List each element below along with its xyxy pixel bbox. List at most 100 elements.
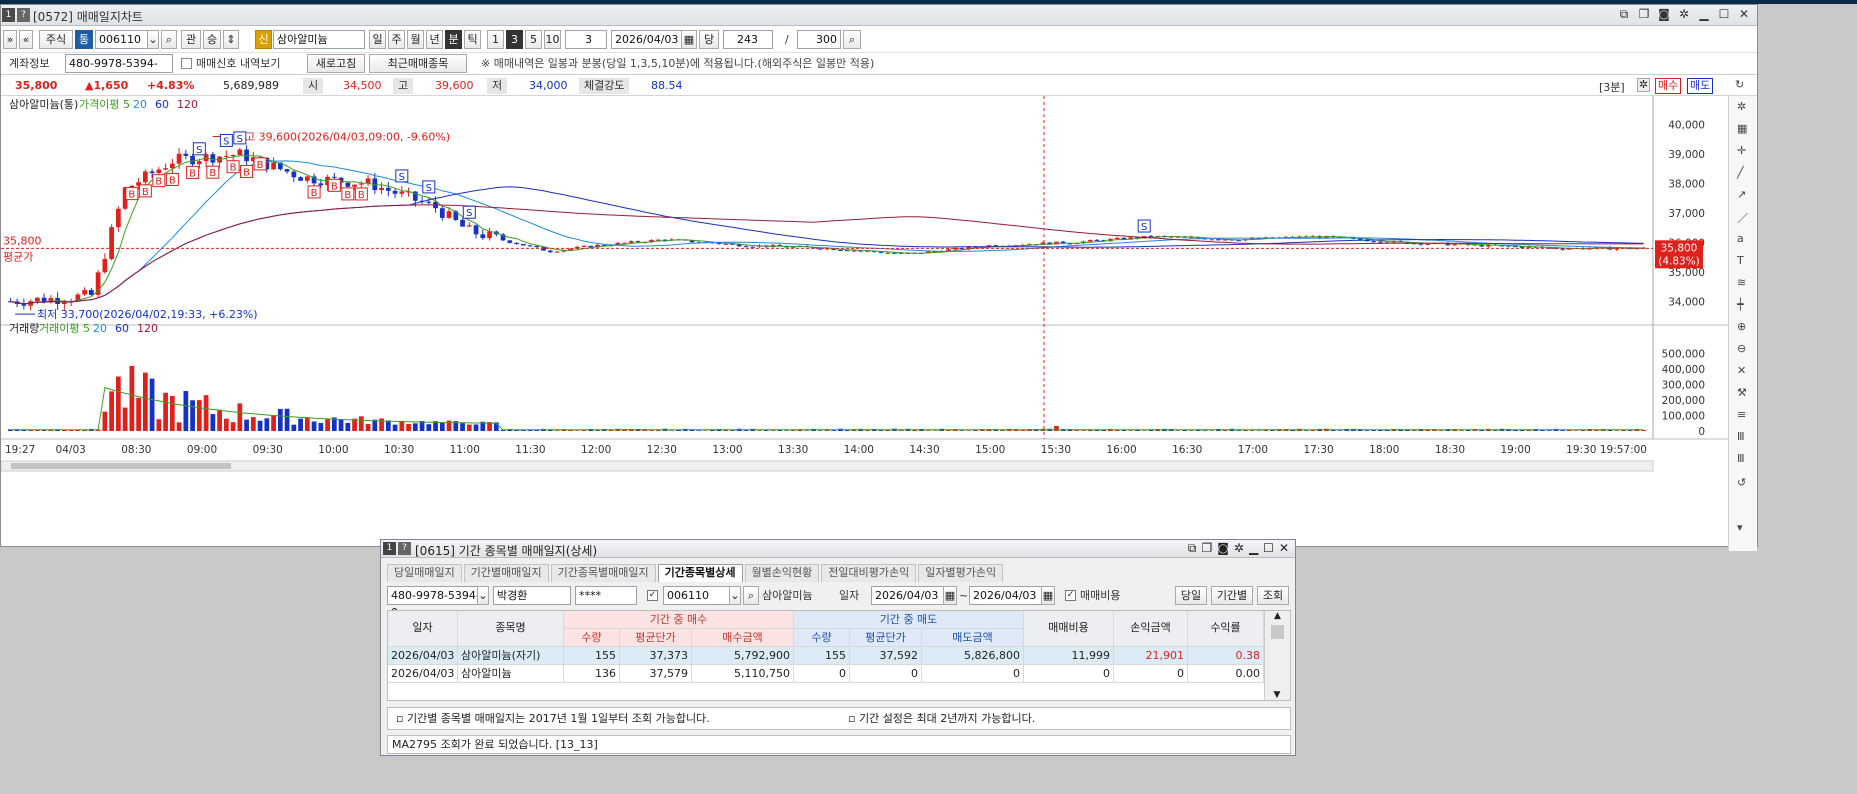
- dialog-minimize-icon[interactable]: ▁: [1249, 541, 1258, 556]
- date-from-input[interactable]: 2026/04/03: [871, 586, 947, 605]
- period-day[interactable]: 일: [369, 30, 386, 49]
- scroll-up-icon[interactable]: ▲: [1265, 611, 1290, 621]
- credit-badge[interactable]: 신: [255, 30, 272, 49]
- fibo-icon[interactable]: ≋: [1737, 276, 1746, 289]
- dialog-search-icon[interactable]: ⌕: [743, 586, 759, 605]
- chart-canvas[interactable]: 삼아알미늄(통) 가격이평 5 20 60 120거래량 거래이평 5 20 60 12040,…: [1, 96, 1728, 551]
- minimize-icon[interactable]: ▁: [1697, 7, 1711, 22]
- code-dropdown-icon[interactable]: ⌄: [147, 30, 159, 49]
- date-from-calendar-icon[interactable]: ▦: [943, 586, 957, 605]
- settings-gear-icon[interactable]: ✲: [1637, 78, 1650, 92]
- table-scrollbar[interactable]: ▲ ▼: [1264, 611, 1290, 700]
- scroll-thumb[interactable]: [1271, 625, 1284, 639]
- gear-icon[interactable]: ✲: [1737, 100, 1746, 113]
- line-icon[interactable]: ／: [1737, 210, 1748, 226]
- text-icon[interactable]: T: [1737, 254, 1744, 267]
- indicator-icon[interactable]: ▦: [1737, 122, 1747, 135]
- signal-checkbox[interactable]: [181, 58, 192, 69]
- period-week[interactable]: 주: [388, 30, 405, 49]
- zoom-out-icon[interactable]: ⊖: [1737, 342, 1746, 355]
- code-dropdown2-icon[interactable]: ⌄: [729, 586, 741, 605]
- minute-1[interactable]: 1: [487, 30, 504, 49]
- sell-button[interactable]: 매도: [1687, 78, 1714, 94]
- minute-select[interactable]: 3: [565, 30, 607, 49]
- tab-period[interactable]: 기간별매매일지: [463, 564, 549, 582]
- close-icon[interactable]: ✕: [1737, 7, 1751, 22]
- refresh-cycle-icon[interactable]: ↻: [1735, 78, 1744, 91]
- up-button[interactable]: 승: [203, 30, 221, 49]
- dialog-maximize-icon[interactable]: ☐: [1263, 541, 1274, 556]
- stock-name-field[interactable]: 삼아알미늄: [273, 30, 365, 49]
- bars2-icon[interactable]: Ⅲ: [1737, 452, 1745, 465]
- equal-icon[interactable]: ≡: [1737, 408, 1746, 421]
- query-button[interactable]: 조회: [1257, 586, 1289, 605]
- recent-trades-button[interactable]: 최근매매종목: [369, 54, 467, 73]
- link-icon[interactable]: ⧉: [1617, 7, 1631, 22]
- ray-icon[interactable]: ↗: [1737, 188, 1746, 201]
- tab-monthly-pnl[interactable]: 월별손익현황: [744, 564, 820, 582]
- tab-period-stock[interactable]: 기간종목별매매일지: [550, 564, 656, 582]
- collapse-icon[interactable]: «: [19, 30, 33, 49]
- account-select[interactable]: 480-9978-5394-: [65, 54, 173, 73]
- maximize-icon[interactable]: ☐: [1717, 7, 1731, 22]
- refresh-button[interactable]: 새로고침: [307, 54, 365, 73]
- dialog-link-icon[interactable]: ⧉: [1188, 541, 1197, 556]
- help-icon[interactable]: ?: [17, 8, 30, 22]
- max-count-input[interactable]: 300: [797, 30, 841, 49]
- trendline-icon[interactable]: ╱: [1737, 166, 1744, 179]
- today-button[interactable]: 당일: [1175, 586, 1207, 605]
- minute-5[interactable]: 5: [525, 30, 542, 49]
- row2-name[interactable]: 삼아알미늄: [458, 665, 564, 683]
- period-year[interactable]: 년: [426, 30, 443, 49]
- minute-10[interactable]: 10: [544, 30, 561, 49]
- password-input[interactable]: ****: [575, 586, 637, 605]
- code-checkbox[interactable]: ✓: [647, 590, 658, 601]
- tab-prev-day-pnl[interactable]: 전일대비평가손익: [821, 564, 917, 582]
- manage-button[interactable]: 관: [181, 30, 201, 49]
- count-input[interactable]: 243: [723, 30, 773, 49]
- tab-period-stock-detail[interactable]: 기간종목별상세: [657, 564, 743, 582]
- dialog-camera-icon[interactable]: ◙: [1217, 541, 1229, 556]
- date-to-calendar-icon[interactable]: ▦: [1041, 586, 1055, 605]
- account-dropdown-icon[interactable]: ⌄: [477, 586, 489, 605]
- scroll-down-icon[interactable]: ▾: [1737, 521, 1743, 534]
- zoom-search-icon[interactable]: ⌕: [843, 30, 861, 49]
- dang-button[interactable]: 당: [699, 30, 719, 49]
- row1-date[interactable]: 2026/04/03: [388, 647, 458, 665]
- candle-icon[interactable]: ┿: [1737, 298, 1744, 311]
- tool-icon[interactable]: ⚒: [1737, 386, 1747, 399]
- scroll-left-icon[interactable]: »: [3, 30, 17, 49]
- date-to-input[interactable]: 2026/04/03: [969, 586, 1045, 605]
- copy-icon[interactable]: ❐: [1637, 7, 1651, 22]
- date-input[interactable]: 2026/04/03: [611, 30, 691, 49]
- tab-daily[interactable]: 당일매매일지: [387, 564, 462, 582]
- row2-date[interactable]: 2026/04/03: [388, 665, 458, 683]
- period-month[interactable]: 월: [407, 30, 424, 49]
- dialog-account-select[interactable]: 480-9978-5394-0: [387, 586, 489, 619]
- minute-3[interactable]: 3: [506, 30, 523, 49]
- cross-icon[interactable]: ✕: [1737, 364, 1746, 377]
- period-button[interactable]: 기간별: [1211, 586, 1253, 605]
- calendar-icon[interactable]: ▦: [681, 30, 697, 49]
- reset-icon[interactable]: ↺: [1737, 476, 1746, 489]
- camera-icon[interactable]: ◙: [1657, 7, 1671, 22]
- spin-icon[interactable]: ⇕: [223, 30, 239, 49]
- tab-daily-pnl[interactable]: 일자별평가손익: [918, 564, 1004, 582]
- buy-button[interactable]: 매수: [1655, 78, 1682, 94]
- combined-badge[interactable]: 통: [75, 30, 93, 49]
- search-icon[interactable]: ⌕: [161, 30, 177, 49]
- auto-icon[interactable]: a: [1737, 232, 1744, 245]
- period-minute[interactable]: 분: [445, 30, 462, 49]
- dialog-close-icon[interactable]: ✕: [1279, 541, 1289, 556]
- scroll-down2-icon[interactable]: ▼: [1265, 690, 1289, 700]
- settings-icon[interactable]: ✲: [1677, 7, 1691, 22]
- fee-checkbox[interactable]: ✓: [1065, 590, 1076, 601]
- dialog-help-icon[interactable]: ?: [398, 542, 411, 555]
- zoom-in-icon[interactable]: ⊕: [1737, 320, 1746, 333]
- bars-icon[interactable]: Ⅲ: [1737, 430, 1745, 443]
- dialog-settings-icon[interactable]: ✲: [1234, 541, 1244, 556]
- dialog-copy-icon[interactable]: ❐: [1201, 541, 1212, 556]
- row1-name[interactable]: 삼아알미늄(자기): [458, 647, 564, 665]
- market-select[interactable]: 주식: [39, 30, 73, 49]
- period-tick[interactable]: 틱: [464, 30, 481, 49]
